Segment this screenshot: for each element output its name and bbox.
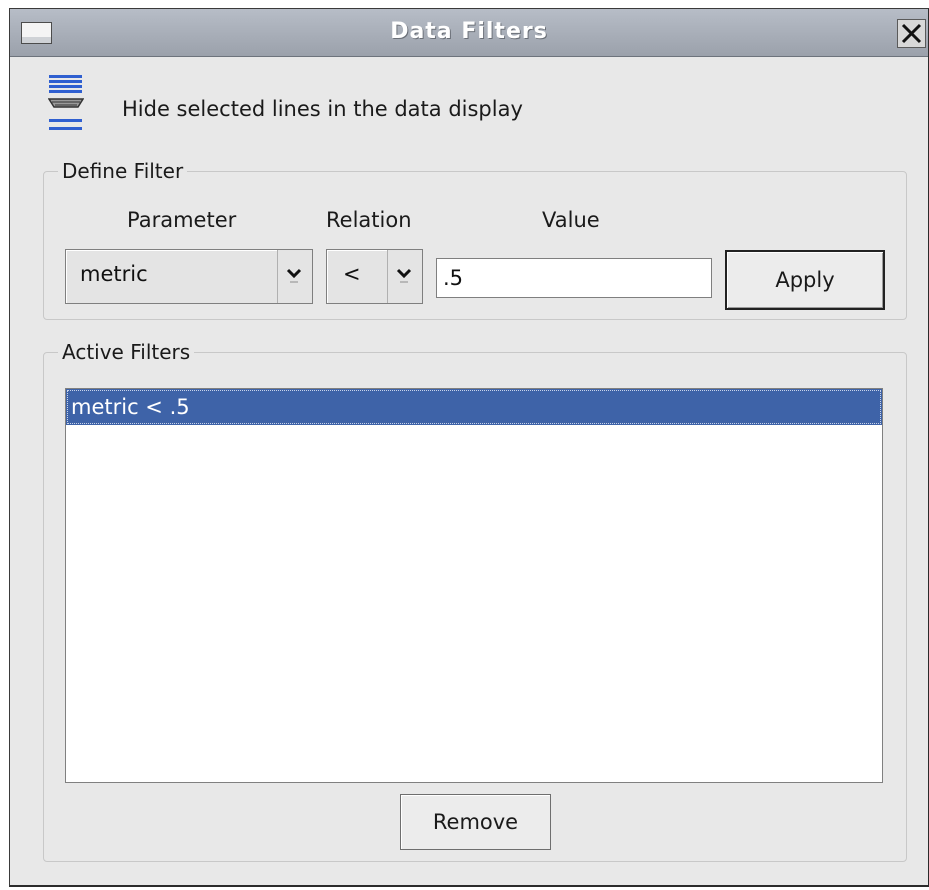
window-title: Data Filters [390, 19, 548, 44]
parameter-combobox[interactable]: metric [65, 249, 313, 304]
relation-selected-value: < [343, 262, 361, 286]
parameter-selected-value: metric [80, 262, 148, 286]
chevron-down-icon [286, 268, 302, 283]
value-label: Value [542, 208, 600, 232]
define-filter-group: Define Filter Parameter Relation Value m… [43, 159, 907, 320]
remove-button[interactable]: Remove [400, 794, 551, 850]
relation-label: Relation [326, 208, 412, 232]
active-filters-list[interactable]: metric < .5 [65, 388, 883, 783]
description-text: Hide selected lines in the data display [122, 97, 523, 121]
filter-lines-icon [48, 75, 84, 130]
chevron-down-icon [396, 268, 412, 283]
active-filters-legend: Active Filters [58, 340, 195, 364]
list-item[interactable]: metric < .5 [66, 389, 882, 425]
relation-dropdown-button[interactable] [387, 250, 422, 303]
title-bar[interactable]: Data Filters [10, 9, 928, 57]
value-input[interactable] [436, 258, 712, 298]
parameter-dropdown-button[interactable] [277, 250, 312, 303]
active-filters-group: Active Filters metric < .5 Remove [43, 340, 907, 862]
close-icon [901, 23, 922, 44]
apply-button[interactable]: Apply [725, 250, 885, 310]
define-filter-legend: Define Filter [58, 159, 188, 183]
close-button[interactable] [897, 19, 926, 48]
parameter-label: Parameter [127, 208, 237, 232]
relation-combobox[interactable]: < [326, 249, 423, 304]
data-filters-dialog: Data Filters Hide selected lines in the … [9, 8, 929, 887]
